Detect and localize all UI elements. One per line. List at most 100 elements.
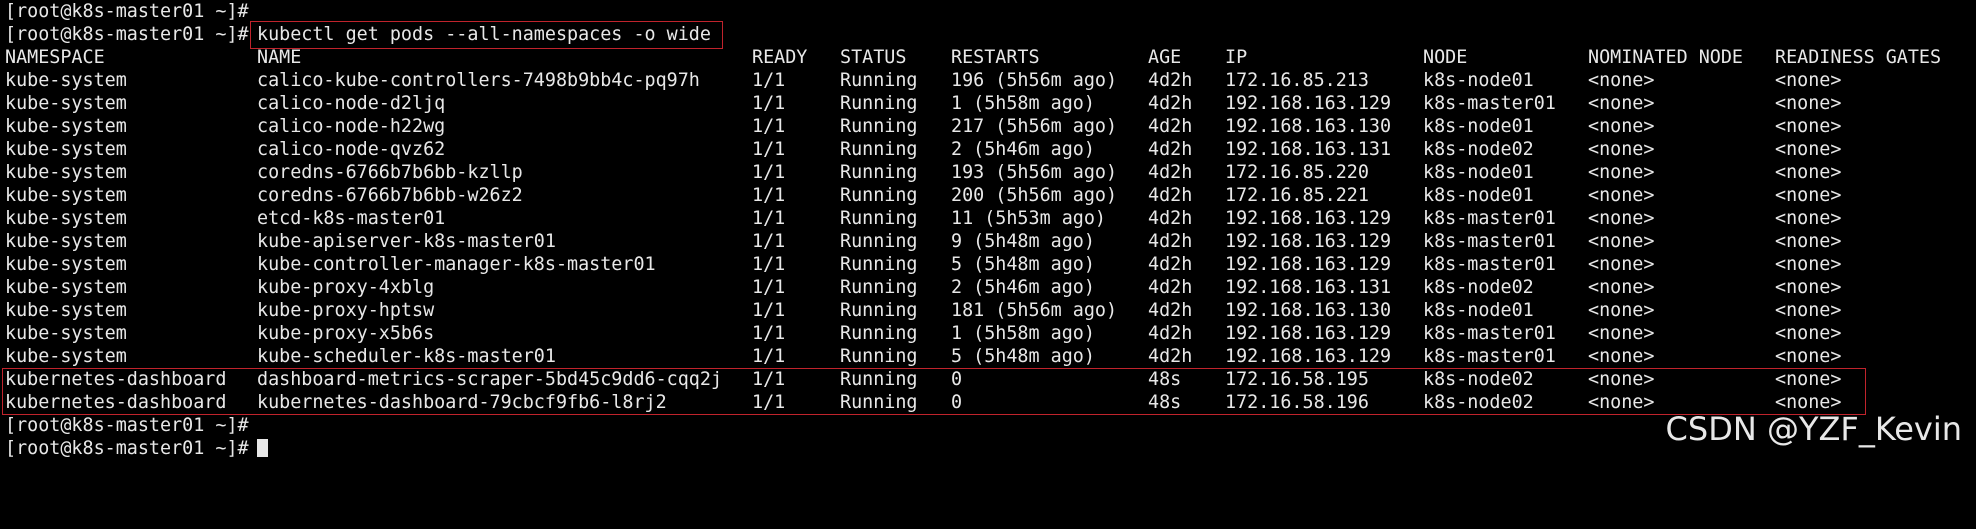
cell-node: k8s-node01 — [1423, 185, 1534, 206]
cell-node: k8s-master01 — [1423, 93, 1556, 114]
cell-namespace: kube-system — [5, 346, 127, 367]
cell-age: 4d2h — [1148, 277, 1193, 298]
cell-ready: 1/1 — [752, 254, 786, 275]
cell-nominated-node: <none> — [1588, 208, 1655, 229]
cell-node: k8s-node02 — [1423, 277, 1534, 298]
header-ip: IP — [1225, 47, 1248, 68]
cell-namespace: kube-system — [5, 162, 127, 183]
cell-readiness-gates: <none> — [1775, 254, 1842, 275]
cell-restarts: 2 (5h46m ago) — [951, 277, 1095, 298]
cell-name: kube-proxy-x5b6s — [257, 323, 435, 344]
cell-ip: 172.16.85.220 — [1225, 162, 1369, 183]
cell-restarts: 5 (5h48m ago) — [951, 254, 1095, 275]
cell-ready: 1/1 — [752, 392, 786, 413]
header-ready: READY — [752, 47, 808, 68]
cell-namespace: kube-system — [5, 93, 127, 114]
prompt-text: [root@k8s-master01 ~]# — [5, 1, 249, 22]
cell-status: Running — [840, 231, 918, 252]
cell-status: Running — [840, 300, 918, 321]
cell-name: calico-node-h22wg — [257, 116, 446, 137]
cell-name: kube-apiserver-k8s-master01 — [257, 231, 556, 252]
cell-namespace: kube-system — [5, 231, 127, 252]
cell-readiness-gates: <none> — [1775, 116, 1842, 137]
cell-ready: 1/1 — [752, 300, 786, 321]
cell-status: Running — [840, 346, 918, 367]
cell-node: k8s-node01 — [1423, 116, 1534, 137]
cell-namespace: kube-system — [5, 116, 127, 137]
header-nominated-node: NOMINATED NODE — [1588, 47, 1744, 68]
cell-status: Running — [840, 70, 918, 91]
cell-ready: 1/1 — [752, 116, 786, 137]
cell-status: Running — [840, 323, 918, 344]
cell-age: 4d2h — [1148, 300, 1193, 321]
prompt-line: [root@k8s-master01 ~]# — [5, 414, 249, 437]
cell-name: calico-node-qvz62 — [257, 139, 446, 160]
cell-age: 4d2h — [1148, 70, 1193, 91]
cell-readiness-gates: <none> — [1775, 93, 1842, 114]
cell-node: k8s-master01 — [1423, 254, 1556, 275]
cell-namespace: kube-system — [5, 139, 127, 160]
cell-restarts: 0 — [951, 369, 963, 390]
cell-ip: 172.16.85.213 — [1225, 70, 1369, 91]
prompt-text: [root@k8s-master01 ~]# — [5, 438, 249, 459]
cell-age: 4d2h — [1148, 185, 1193, 206]
cell-restarts: 1 (5h58m ago) — [951, 323, 1095, 344]
cell-node: k8s-node02 — [1423, 369, 1534, 390]
cell-readiness-gates: <none> — [1775, 369, 1842, 390]
cell-ready: 1/1 — [752, 346, 786, 367]
cell-restarts: 1 (5h58m ago) — [951, 93, 1095, 114]
terminal-window[interactable]: [root@k8s-master01 ~]# [root@k8s-master0… — [2, 0, 1971, 463]
cell-node: k8s-node01 — [1423, 162, 1534, 183]
cell-nominated-node: <none> — [1588, 139, 1655, 160]
cell-age: 48s — [1148, 369, 1182, 390]
cell-name: kube-scheduler-k8s-master01 — [257, 346, 556, 367]
cell-nominated-node: <none> — [1588, 277, 1655, 298]
cell-readiness-gates: <none> — [1775, 323, 1842, 344]
cell-namespace: kubernetes-dashboard — [5, 392, 227, 413]
cell-ip: 192.168.163.129 — [1225, 254, 1392, 275]
cell-status: Running — [840, 93, 918, 114]
cell-namespace: kubernetes-dashboard — [5, 369, 227, 390]
cell-nominated-node: <none> — [1588, 116, 1655, 137]
cell-ip: 192.168.163.130 — [1225, 116, 1392, 137]
cell-readiness-gates: <none> — [1775, 139, 1842, 160]
cell-restarts: 193 (5h56m ago) — [951, 162, 1118, 183]
cell-status: Running — [840, 139, 918, 160]
cell-restarts: 200 (5h56m ago) — [951, 185, 1118, 206]
header-status: STATUS — [840, 47, 907, 68]
cell-ip: 192.168.163.131 — [1225, 277, 1392, 298]
cell-nominated-node: <none> — [1588, 231, 1655, 252]
header-namespace: NAMESPACE — [5, 47, 105, 68]
cell-node: k8s-node02 — [1423, 139, 1534, 160]
cell-readiness-gates: <none> — [1775, 277, 1842, 298]
cell-ip: 172.16.58.195 — [1225, 369, 1369, 390]
cell-status: Running — [840, 208, 918, 229]
cell-age: 4d2h — [1148, 323, 1193, 344]
cell-ready: 1/1 — [752, 231, 786, 252]
cell-ready: 1/1 — [752, 162, 786, 183]
cell-namespace: kube-system — [5, 208, 127, 229]
cell-age: 48s — [1148, 392, 1182, 413]
header-readiness-gates: READINESS GATES — [1775, 47, 1942, 68]
cell-node: k8s-master01 — [1423, 323, 1556, 344]
cell-nominated-node: <none> — [1588, 93, 1655, 114]
cell-name: calico-kube-controllers-7498b9bb4c-pq97h — [257, 70, 700, 91]
cell-nominated-node: <none> — [1588, 323, 1655, 344]
cell-readiness-gates: <none> — [1775, 162, 1842, 183]
cell-nominated-node: <none> — [1588, 70, 1655, 91]
cell-restarts: 11 (5h53m ago) — [951, 208, 1107, 229]
cell-ip: 192.168.163.129 — [1225, 231, 1392, 252]
cell-readiness-gates: <none> — [1775, 231, 1842, 252]
cell-status: Running — [840, 185, 918, 206]
prompt-text: [root@k8s-master01 ~]# — [5, 415, 249, 436]
cell-status: Running — [840, 392, 918, 413]
cell-restarts: 0 — [951, 392, 963, 413]
cell-namespace: kube-system — [5, 185, 127, 206]
cell-namespace: kube-system — [5, 70, 127, 91]
cell-node: k8s-node02 — [1423, 392, 1534, 413]
cell-ready: 1/1 — [752, 323, 786, 344]
cell-ip: 192.168.163.129 — [1225, 93, 1392, 114]
cell-name: coredns-6766b7b6bb-kzllp — [257, 162, 523, 183]
cell-name: kube-controller-manager-k8s-master01 — [257, 254, 656, 275]
cell-node: k8s-node01 — [1423, 300, 1534, 321]
